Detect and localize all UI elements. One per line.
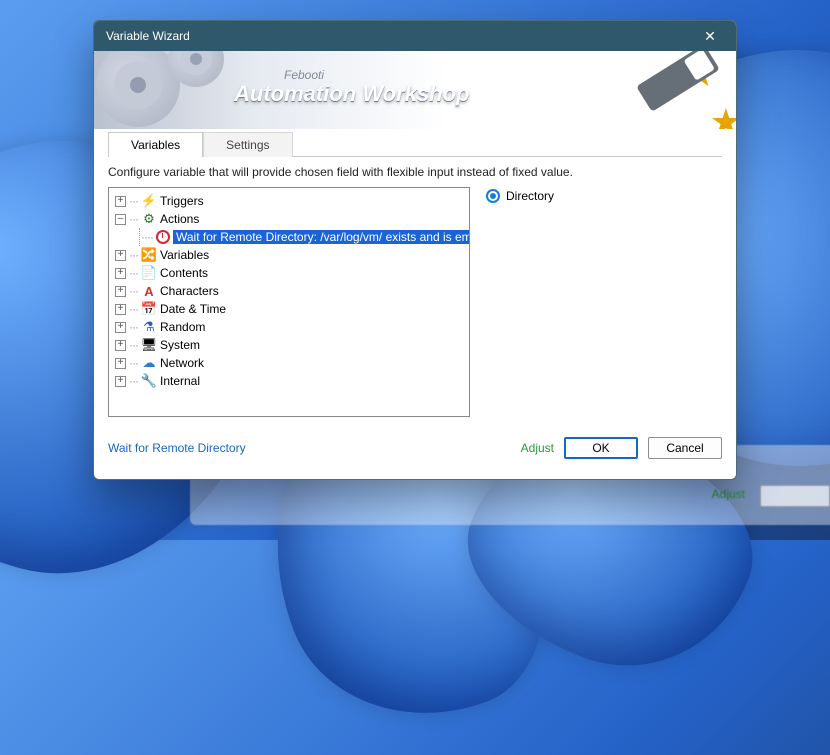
close-icon[interactable]: ✕	[692, 21, 728, 51]
tree-node-wait-remote-dir[interactable]: ···· Wait for Remote Directory: /var/log…	[111, 228, 467, 246]
tree-node-datetime[interactable]: +··· 📅 Date & Time	[111, 300, 467, 318]
radio-icon	[486, 189, 500, 203]
tree-node-system[interactable]: +··· 🖥 System	[111, 336, 467, 354]
cloud-icon: ☁	[141, 355, 157, 371]
expand-icon[interactable]: +	[115, 340, 126, 351]
expand-icon[interactable]: +	[115, 322, 126, 333]
tree-node-random[interactable]: +··· ⚗ Random	[111, 318, 467, 336]
calendar-icon: 📅	[141, 301, 157, 317]
ghost-ok	[760, 485, 830, 507]
tree-node-internal[interactable]: +··· 🔧 Internal	[111, 372, 467, 390]
ok-button[interactable]: OK	[564, 437, 638, 459]
banner-brand: Febooti	[284, 68, 324, 82]
tree-node-variables[interactable]: +··· 🔀 Variables	[111, 246, 467, 264]
tab-variables[interactable]: Variables	[108, 132, 203, 157]
flask-icon: ⚗	[141, 319, 157, 335]
tree-node-characters[interactable]: +··· A Characters	[111, 282, 467, 300]
option-label: Directory	[506, 189, 554, 203]
help-link[interactable]: Wait for Remote Directory	[108, 441, 246, 455]
variable-tree[interactable]: +··· ⚡ Triggers –··· ⚙ Actions ···· Wait…	[108, 187, 470, 417]
star-icon: ★	[710, 101, 736, 129]
description-text: Configure variable that will provide cho…	[108, 165, 722, 179]
shuffle-icon: 🔀	[141, 247, 157, 263]
banner-product: Automation Workshop	[234, 81, 469, 107]
banner: ★ ★ Febooti Automation Workshop	[94, 51, 736, 129]
expand-icon[interactable]: +	[115, 268, 126, 279]
expand-icon[interactable]: +	[115, 376, 126, 387]
tab-settings[interactable]: Settings	[203, 132, 292, 157]
variable-wizard-dialog: Variable Wizard ✕ ★ ★ Febooti Automation…	[93, 20, 737, 480]
expand-icon[interactable]: +	[115, 304, 126, 315]
cancel-button[interactable]: Cancel	[648, 437, 722, 459]
expand-icon[interactable]: +	[115, 358, 126, 369]
expand-icon[interactable]: +	[115, 286, 126, 297]
adjust-link[interactable]: Adjust	[521, 441, 554, 455]
ghost-adjust: Adjust	[712, 487, 745, 501]
monitor-icon: 🖥	[141, 337, 157, 353]
clock-icon	[156, 229, 170, 245]
lightning-icon: ⚡	[141, 193, 157, 209]
tree-node-contents[interactable]: +··· 📄 Contents	[111, 264, 467, 282]
titlebar: Variable Wizard ✕	[94, 21, 736, 51]
tree-node-triggers[interactable]: +··· ⚡ Triggers	[111, 192, 467, 210]
document-icon: 📄	[141, 265, 157, 281]
window-title: Variable Wizard	[106, 29, 190, 43]
gear-icon: ⚙	[141, 211, 157, 227]
wrench-icon: 🔧	[141, 373, 157, 389]
collapse-icon[interactable]: –	[115, 214, 126, 225]
expand-icon[interactable]: +	[115, 250, 126, 261]
expand-icon[interactable]: +	[115, 196, 126, 207]
tree-node-actions[interactable]: –··· ⚙ Actions	[111, 210, 467, 228]
tree-node-network[interactable]: +··· ☁ Network	[111, 354, 467, 372]
letter-icon: A	[141, 283, 157, 299]
option-directory[interactable]: Directory	[486, 189, 722, 203]
